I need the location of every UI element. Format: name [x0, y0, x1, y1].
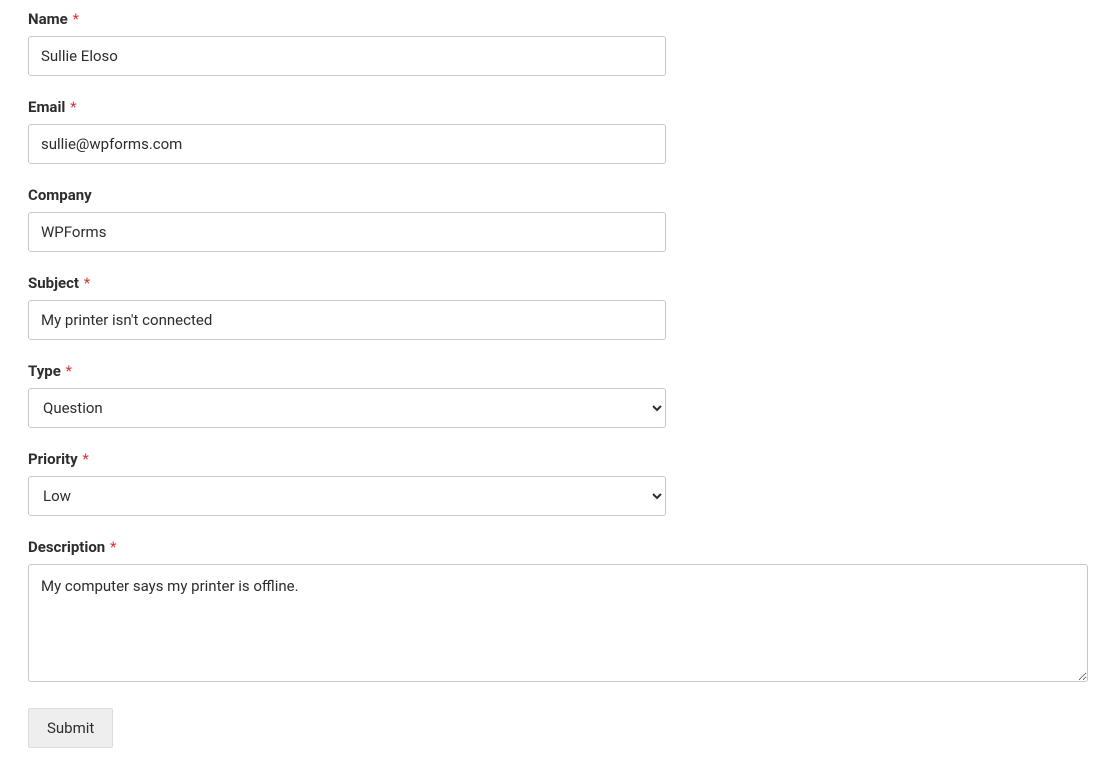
- type-label-text: Type: [28, 362, 61, 380]
- name-label-text: Name: [28, 10, 68, 28]
- company-label-text: Company: [28, 186, 92, 204]
- description-label-text: Description: [28, 538, 105, 556]
- support-form: Name * Email * Company Subject * Type * …: [28, 10, 1088, 748]
- company-group: Company: [28, 186, 1088, 252]
- subject-label-text: Subject: [28, 274, 79, 292]
- required-icon: *: [70, 98, 76, 116]
- name-input[interactable]: [28, 36, 666, 76]
- type-group: Type * Question: [28, 362, 1088, 428]
- required-icon: *: [110, 538, 116, 556]
- company-label: Company: [28, 186, 1088, 204]
- email-label: Email *: [28, 98, 1088, 116]
- email-group: Email *: [28, 98, 1088, 164]
- subject-input[interactable]: [28, 300, 666, 340]
- description-label: Description *: [28, 538, 1088, 556]
- required-icon: *: [82, 450, 88, 468]
- priority-label-text: Priority: [28, 450, 78, 468]
- name-group: Name *: [28, 10, 1088, 76]
- priority-select[interactable]: Low: [28, 476, 666, 516]
- subject-group: Subject *: [28, 274, 1088, 340]
- subject-label: Subject *: [28, 274, 1088, 292]
- company-input[interactable]: [28, 212, 666, 252]
- email-input[interactable]: [28, 124, 666, 164]
- required-icon: *: [72, 10, 78, 28]
- description-textarea[interactable]: [28, 564, 1088, 682]
- required-icon: *: [84, 274, 90, 292]
- description-group: Description *: [28, 538, 1088, 686]
- submit-button[interactable]: Submit: [28, 708, 113, 748]
- priority-group: Priority * Low: [28, 450, 1088, 516]
- required-icon: *: [66, 362, 72, 380]
- name-label: Name *: [28, 10, 1088, 28]
- type-label: Type *: [28, 362, 1088, 380]
- priority-label: Priority *: [28, 450, 1088, 468]
- type-select[interactable]: Question: [28, 388, 666, 428]
- email-label-text: Email: [28, 98, 65, 116]
